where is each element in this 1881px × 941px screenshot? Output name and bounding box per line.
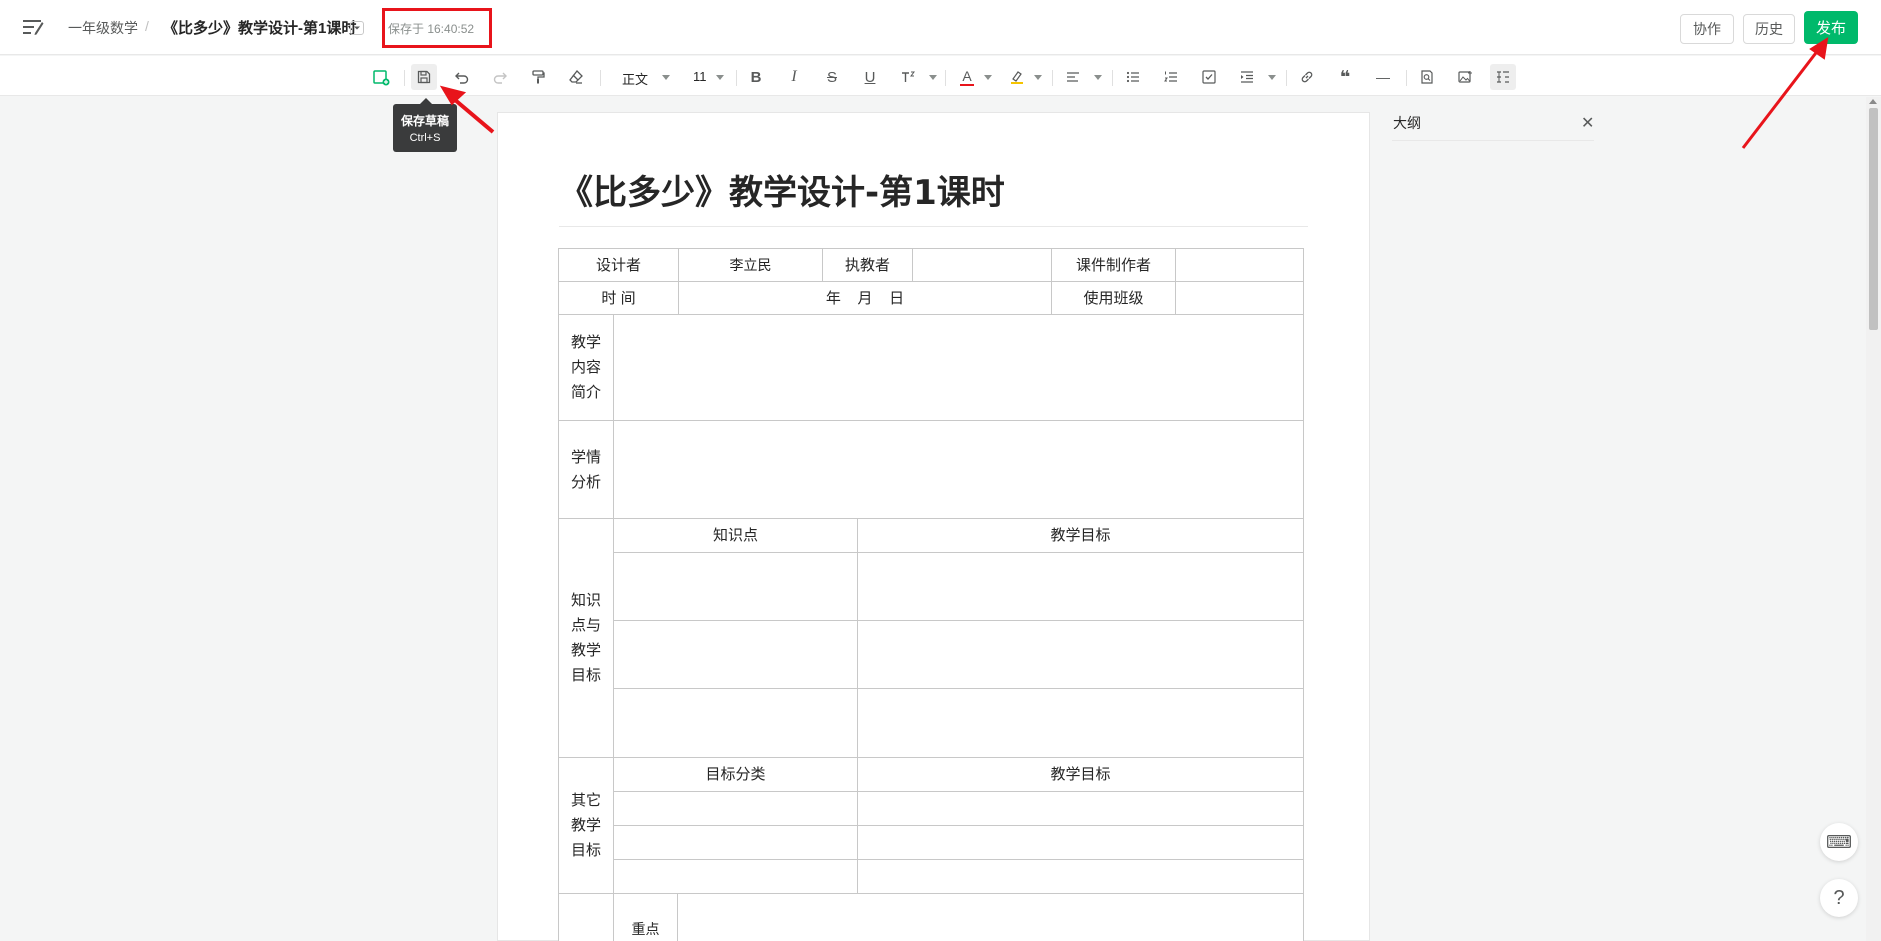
annotation-arrows	[439, 36, 1829, 149]
